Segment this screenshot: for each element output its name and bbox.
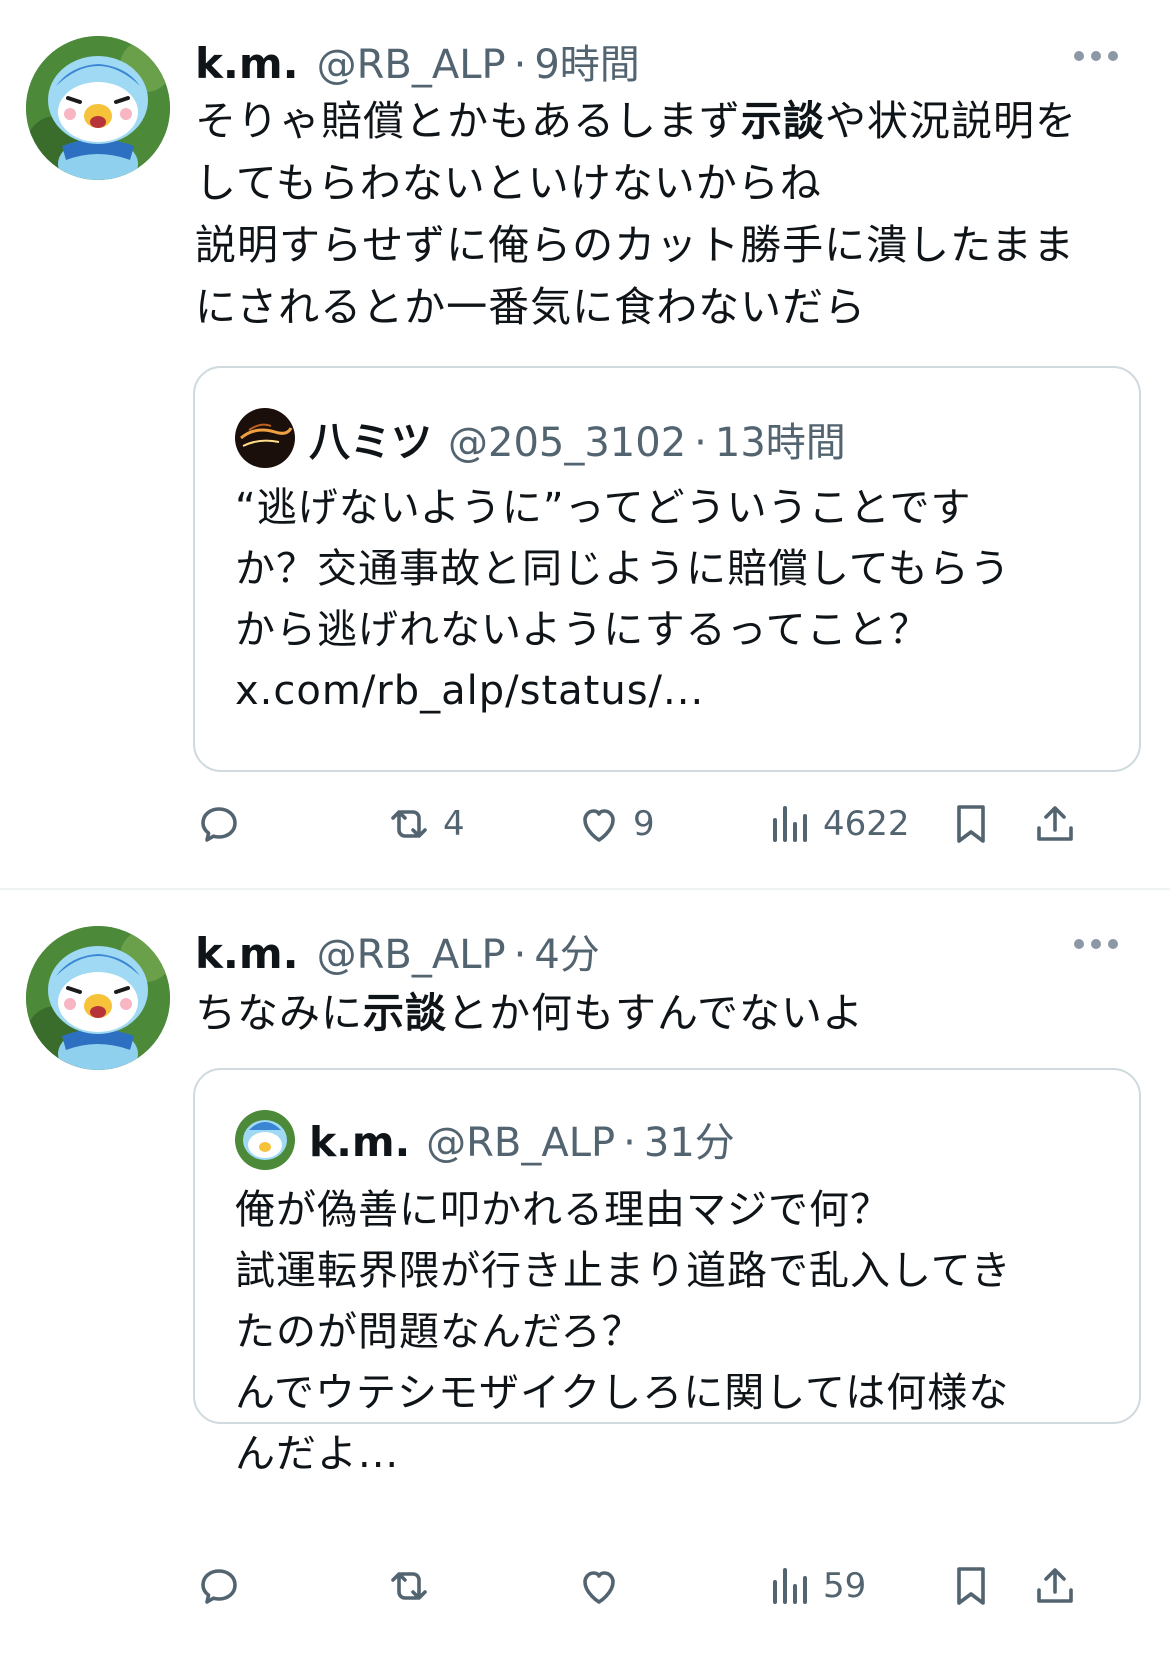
bookmark-icon — [957, 805, 985, 843]
quoted-text-line: んだよ... — [235, 1431, 400, 1477]
quoted-tweet-header: k.m. @RB_ALP · 31分 — [309, 1110, 735, 1168]
quoted-author-handle: @RB_ALP — [426, 1120, 616, 1166]
retweet-button[interactable]: 4 — [385, 794, 465, 854]
tweet-text-line: してもらわないといけないからね — [195, 159, 822, 207]
quoted-timestamp: 31分 — [643, 1120, 735, 1166]
separator-dot: · — [694, 420, 707, 466]
tweet-text-line: にされるとか一番気に食わないだら — [195, 283, 867, 331]
views-count: 59 — [823, 1566, 867, 1606]
views-button[interactable]: 4622 — [765, 794, 910, 854]
reply-button[interactable] — [195, 1556, 243, 1616]
share-icon — [1037, 1568, 1073, 1603]
quoted-text-line: 俺が偽善に叩かれる理由マジで何？ — [235, 1187, 891, 1233]
separator-dot: · — [513, 932, 527, 978]
retweet-button[interactable] — [385, 1556, 433, 1616]
tweet-timestamp[interactable]: 9時間 — [534, 32, 639, 90]
like-button[interactable] — [575, 1556, 623, 1616]
quoted-text-line: か？交通事故と同じように賠償してもらう — [235, 546, 1011, 592]
separator-dot: · — [513, 42, 527, 88]
quoted-author-name: k.m. — [309, 1118, 411, 1166]
quoted-link[interactable]: x.com/rb_alp/status/... — [235, 661, 1115, 722]
quoted-timestamp: 13時間 — [714, 420, 846, 466]
quoted-author-name: 八ミツ — [309, 418, 432, 466]
quoted-author-handle: @205_3102 — [448, 420, 687, 466]
tweet-text-line: そりゃ賠償とかもあるしまず示談や状況説明を — [195, 97, 1077, 145]
quoted-text-line: たのが問題なんだろ？ — [235, 1309, 643, 1355]
quoted-text-line: “逃げないように”ってどういうことです — [235, 485, 972, 531]
quoted-text-line: から逃げれないようにするってこと？ — [235, 607, 930, 653]
reply-button[interactable] — [195, 794, 243, 854]
share-button[interactable] — [1031, 1556, 1079, 1616]
more-icon[interactable] — [1074, 48, 1118, 64]
tweet[interactable]: k.m. @RB_ALP · 4分 ちなみに示談とか何もすんでないよ k.m. … — [0, 890, 1170, 1656]
author-name[interactable]: k.m. — [195, 39, 299, 88]
bold-highlight: 示談 — [363, 989, 447, 1037]
quoted-tweet[interactable]: 八ミツ @205_3102 · 13時間 “逃げないように”ってどういうことです… — [193, 366, 1141, 772]
tweet-text-line: 説明すらせずに俺らのカット勝手に潰したまま — [195, 221, 1075, 269]
like-count: 9 — [633, 804, 655, 844]
bookmark-button[interactable] — [947, 1556, 995, 1616]
tweet-timestamp[interactable]: 4分 — [534, 922, 599, 980]
quoted-tweet-text: “逃げないように”ってどういうことです か？交通事故と同じように賠償してもらう … — [235, 478, 1115, 722]
separator-dot: · — [623, 1120, 636, 1166]
views-button[interactable]: 59 — [765, 1556, 866, 1616]
quoted-text-line: んでウテシモザイクしろに関しては何様な — [235, 1370, 1010, 1416]
views-icon — [773, 806, 807, 842]
bookmark-button[interactable] — [947, 794, 995, 854]
share-button[interactable] — [1031, 794, 1079, 854]
tweet-header: k.m. @RB_ALP · 4分 — [195, 922, 600, 982]
more-icon[interactable] — [1074, 936, 1118, 952]
author-avatar[interactable] — [26, 926, 170, 1070]
tweet-actions: 4 9 4622 — [195, 794, 1140, 854]
retweet-icon — [391, 1572, 427, 1600]
author-name[interactable]: k.m. — [195, 929, 299, 978]
tweet-text: ちなみに示談とか何もすんでないよ — [195, 982, 1145, 1044]
views-icon — [773, 1568, 807, 1604]
tweet-text: そりゃ賠償とかもあるしまず示談や状況説明を してもらわないといけないからね 説明… — [195, 90, 1145, 338]
like-icon — [583, 809, 615, 842]
author-handle[interactable]: @RB_ALP — [317, 932, 506, 978]
reply-icon — [201, 1569, 237, 1604]
quoted-text-line: 試運転界隈が行き止まり道路で乱入してき — [235, 1248, 1012, 1294]
quoted-tweet[interactable]: k.m. @RB_ALP · 31分 俺が偽善に叩かれる理由マジで何？ 試運転界… — [193, 1068, 1141, 1477]
tweet[interactable]: k.m. @RB_ALP · 9時間 そりゃ賠償とかもあるしまず示談や状況説明を… — [0, 0, 1170, 888]
author-handle[interactable]: @RB_ALP — [317, 42, 506, 88]
tweet-actions: 59 — [195, 1556, 1140, 1616]
views-count: 4622 — [823, 804, 910, 844]
tweet-header: k.m. @RB_ALP · 9時間 — [195, 32, 640, 92]
quoted-author-avatar — [235, 1110, 295, 1170]
reply-icon — [201, 807, 237, 842]
tweet-text-line: ちなみに示談とか何もすんでないよ — [195, 989, 865, 1037]
share-icon — [1037, 806, 1073, 841]
quoted-tweet-header: 八ミツ @205_3102 · 13時間 — [309, 408, 846, 468]
author-avatar[interactable] — [26, 36, 170, 180]
quoted-author-avatar — [235, 408, 295, 468]
like-icon — [583, 1571, 615, 1604]
retweet-count: 4 — [443, 804, 465, 844]
quoted-tweet-text: 俺が偽善に叩かれる理由マジで何？ 試運転界隈が行き止まり道路で乱入してき たのが… — [235, 1180, 1115, 1485]
retweet-icon — [391, 810, 427, 838]
like-button[interactable]: 9 — [575, 794, 655, 854]
bookmark-icon — [957, 1567, 985, 1605]
bold-highlight: 示談 — [741, 97, 825, 145]
